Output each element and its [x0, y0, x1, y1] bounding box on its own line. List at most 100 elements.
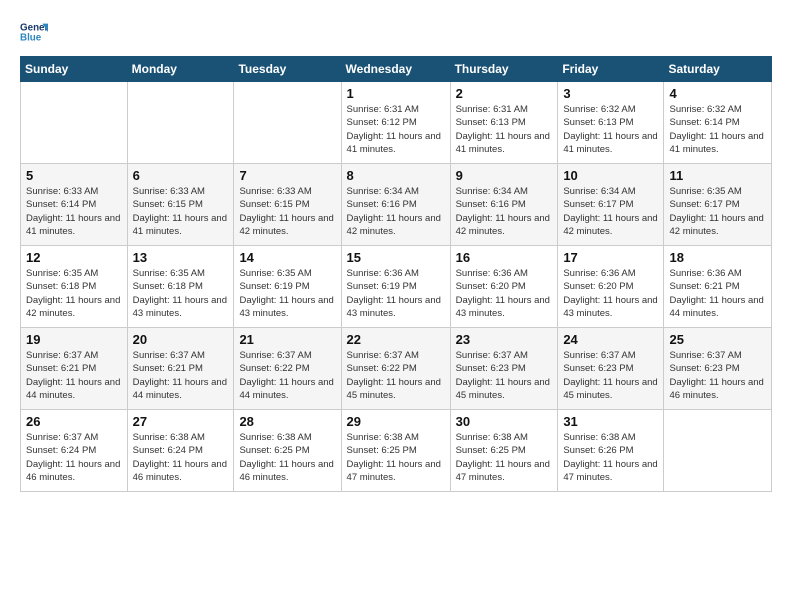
day-number: 14	[239, 250, 335, 265]
calendar-cell: 29 Sunrise: 6:38 AM Sunset: 6:25 PM Dayli…	[341, 410, 450, 492]
day-info: Sunrise: 6:38 AM Sunset: 6:25 PM Dayligh…	[239, 431, 335, 484]
day-info: Sunrise: 6:34 AM Sunset: 6:17 PM Dayligh…	[563, 185, 658, 238]
day-number: 24	[563, 332, 658, 347]
day-info: Sunrise: 6:33 AM Sunset: 6:14 PM Dayligh…	[26, 185, 122, 238]
day-info: Sunrise: 6:33 AM Sunset: 6:15 PM Dayligh…	[133, 185, 229, 238]
day-number: 20	[133, 332, 229, 347]
calendar-cell	[234, 82, 341, 164]
day-info: Sunrise: 6:35 AM Sunset: 6:18 PM Dayligh…	[26, 267, 122, 320]
logo-icon: General Blue	[20, 18, 48, 46]
week-row-1: 1 Sunrise: 6:31 AM Sunset: 6:12 PM Daylig…	[21, 82, 772, 164]
col-header-saturday: Saturday	[664, 57, 772, 82]
calendar-cell	[21, 82, 128, 164]
logo: General Blue	[20, 18, 52, 46]
calendar-cell	[127, 82, 234, 164]
calendar-cell: 15 Sunrise: 6:36 AM Sunset: 6:19 PM Dayli…	[341, 246, 450, 328]
day-info: Sunrise: 6:31 AM Sunset: 6:12 PM Dayligh…	[347, 103, 445, 156]
day-number: 13	[133, 250, 229, 265]
day-info: Sunrise: 6:36 AM Sunset: 6:19 PM Dayligh…	[347, 267, 445, 320]
calendar-cell: 8Sunrise: 6:34 AM Sunset: 6:16 PM Daylig…	[341, 164, 450, 246]
day-info: Sunrise: 6:36 AM Sunset: 6:20 PM Dayligh…	[456, 267, 553, 320]
week-row-3: 12 Sunrise: 6:35 AM Sunset: 6:18 PM Dayli…	[21, 246, 772, 328]
calendar-cell: 21Sunrise: 6:37 AM Sunset: 6:22 PM Dayli…	[234, 328, 341, 410]
calendar-cell: 2 Sunrise: 6:31 AM Sunset: 6:13 PM Daylig…	[450, 82, 558, 164]
calendar-cell: 9 Sunrise: 6:34 AM Sunset: 6:16 PM Daylig…	[450, 164, 558, 246]
calendar-cell: 10 Sunrise: 6:34 AM Sunset: 6:17 PM Dayli…	[558, 164, 664, 246]
day-number: 7	[239, 168, 335, 183]
day-info: Sunrise: 6:37 AM Sunset: 6:21 PM Dayligh…	[133, 349, 229, 402]
calendar-cell: 1 Sunrise: 6:31 AM Sunset: 6:12 PM Daylig…	[341, 82, 450, 164]
day-info: Sunrise: 6:37 AM Sunset: 6:23 PM Dayligh…	[669, 349, 766, 402]
calendar-cell: 31 Sunrise: 6:38 AM Sunset: 6:26 PM Dayli…	[558, 410, 664, 492]
day-info: Sunrise: 6:37 AM Sunset: 6:21 PM Dayligh…	[26, 349, 122, 402]
day-info: Sunrise: 6:38 AM Sunset: 6:25 PM Dayligh…	[456, 431, 553, 484]
day-info: Sunrise: 6:38 AM Sunset: 6:25 PM Dayligh…	[347, 431, 445, 484]
day-info: Sunrise: 6:32 AM Sunset: 6:13 PM Dayligh…	[563, 103, 658, 156]
calendar-header-row: SundayMondayTuesdayWednesdayThursdayFrid…	[21, 57, 772, 82]
calendar-cell: 22Sunrise: 6:37 AM Sunset: 6:22 PM Dayli…	[341, 328, 450, 410]
calendar-cell: 18 Sunrise: 6:36 AM Sunset: 6:21 PM Dayli…	[664, 246, 772, 328]
day-number: 12	[26, 250, 122, 265]
day-number: 22	[347, 332, 445, 347]
day-number: 21	[239, 332, 335, 347]
calendar-cell: 25 Sunrise: 6:37 AM Sunset: 6:23 PM Dayli…	[664, 328, 772, 410]
day-number: 6	[133, 168, 229, 183]
calendar-cell: 28 Sunrise: 6:38 AM Sunset: 6:25 PM Dayli…	[234, 410, 341, 492]
col-header-monday: Monday	[127, 57, 234, 82]
day-number: 17	[563, 250, 658, 265]
col-header-wednesday: Wednesday	[341, 57, 450, 82]
calendar-cell: 13 Sunrise: 6:35 AM Sunset: 6:18 PM Dayli…	[127, 246, 234, 328]
day-number: 11	[669, 168, 766, 183]
day-info: Sunrise: 6:37 AM Sunset: 6:24 PM Dayligh…	[26, 431, 122, 484]
calendar-cell: 7 Sunrise: 6:33 AM Sunset: 6:15 PM Daylig…	[234, 164, 341, 246]
day-number: 30	[456, 414, 553, 429]
calendar-table: SundayMondayTuesdayWednesdayThursdayFrid…	[20, 56, 772, 492]
calendar-cell	[664, 410, 772, 492]
day-info: Sunrise: 6:38 AM Sunset: 6:26 PM Dayligh…	[563, 431, 658, 484]
day-number: 10	[563, 168, 658, 183]
calendar-cell: 23 Sunrise: 6:37 AM Sunset: 6:23 PM Dayli…	[450, 328, 558, 410]
day-number: 29	[347, 414, 445, 429]
day-info: Sunrise: 6:37 AM Sunset: 6:23 PM Dayligh…	[456, 349, 553, 402]
page: General Blue SundayMondayTuesdayWednesda…	[0, 0, 792, 612]
day-info: Sunrise: 6:36 AM Sunset: 6:21 PM Dayligh…	[669, 267, 766, 320]
day-number: 25	[669, 332, 766, 347]
day-number: 31	[563, 414, 658, 429]
day-number: 4	[669, 86, 766, 101]
calendar-cell: 30 Sunrise: 6:38 AM Sunset: 6:25 PM Dayli…	[450, 410, 558, 492]
calendar-cell: 17Sunrise: 6:36 AM Sunset: 6:20 PM Dayli…	[558, 246, 664, 328]
col-header-friday: Friday	[558, 57, 664, 82]
calendar-cell: 4 Sunrise: 6:32 AM Sunset: 6:14 PM Daylig…	[664, 82, 772, 164]
day-number: 1	[347, 86, 445, 101]
day-number: 26	[26, 414, 122, 429]
col-header-tuesday: Tuesday	[234, 57, 341, 82]
day-number: 28	[239, 414, 335, 429]
calendar-cell: 20 Sunrise: 6:37 AM Sunset: 6:21 PM Dayli…	[127, 328, 234, 410]
calendar-cell: 5Sunrise: 6:33 AM Sunset: 6:14 PM Daylig…	[21, 164, 128, 246]
day-number: 9	[456, 168, 553, 183]
week-row-4: 19Sunrise: 6:37 AM Sunset: 6:21 PM Dayli…	[21, 328, 772, 410]
calendar-cell: 3 Sunrise: 6:32 AM Sunset: 6:13 PM Daylig…	[558, 82, 664, 164]
day-number: 15	[347, 250, 445, 265]
col-header-thursday: Thursday	[450, 57, 558, 82]
day-info: Sunrise: 6:35 AM Sunset: 6:18 PM Dayligh…	[133, 267, 229, 320]
day-info: Sunrise: 6:35 AM Sunset: 6:17 PM Dayligh…	[669, 185, 766, 238]
day-number: 18	[669, 250, 766, 265]
calendar-cell: 27Sunrise: 6:38 AM Sunset: 6:24 PM Dayli…	[127, 410, 234, 492]
day-info: Sunrise: 6:37 AM Sunset: 6:23 PM Dayligh…	[563, 349, 658, 402]
calendar-cell: 6 Sunrise: 6:33 AM Sunset: 6:15 PM Daylig…	[127, 164, 234, 246]
day-info: Sunrise: 6:38 AM Sunset: 6:24 PM Dayligh…	[133, 431, 229, 484]
calendar-cell: 14Sunrise: 6:35 AM Sunset: 6:19 PM Dayli…	[234, 246, 341, 328]
calendar-cell: 24 Sunrise: 6:37 AM Sunset: 6:23 PM Dayli…	[558, 328, 664, 410]
day-info: Sunrise: 6:34 AM Sunset: 6:16 PM Dayligh…	[456, 185, 553, 238]
day-info: Sunrise: 6:32 AM Sunset: 6:14 PM Dayligh…	[669, 103, 766, 156]
svg-text:Blue: Blue	[20, 32, 42, 43]
day-info: Sunrise: 6:33 AM Sunset: 6:15 PM Dayligh…	[239, 185, 335, 238]
week-row-2: 5Sunrise: 6:33 AM Sunset: 6:14 PM Daylig…	[21, 164, 772, 246]
day-info: Sunrise: 6:31 AM Sunset: 6:13 PM Dayligh…	[456, 103, 553, 156]
day-number: 2	[456, 86, 553, 101]
day-number: 3	[563, 86, 658, 101]
calendar-cell: 26 Sunrise: 6:37 AM Sunset: 6:24 PM Dayli…	[21, 410, 128, 492]
day-number: 8	[347, 168, 445, 183]
day-number: 23	[456, 332, 553, 347]
